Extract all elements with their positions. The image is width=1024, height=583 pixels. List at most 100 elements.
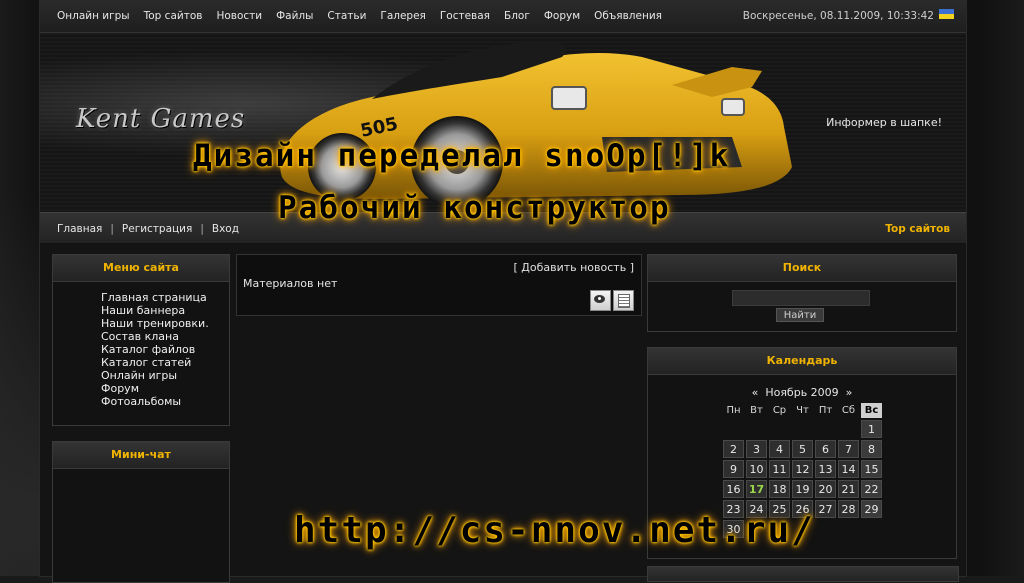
calendar-day[interactable]: 18 [769, 480, 790, 498]
calendar-prev-button[interactable]: « [752, 386, 759, 399]
top-nav-links: Онлайн игры Top сайтов Новости Файлы Ста… [57, 10, 662, 22]
calendar-day[interactable]: 1 [861, 420, 882, 438]
calendar-next-button[interactable]: » [846, 386, 853, 399]
calendar-day[interactable]: 27 [815, 500, 836, 518]
calendar-empty-cell [838, 520, 859, 538]
calendar-day[interactable]: 3 [746, 440, 767, 458]
menu-item-home[interactable]: Главная страница [101, 291, 207, 304]
ukraine-flag-icon [939, 9, 954, 19]
calendar-day[interactable]: 9 [723, 460, 744, 478]
menu-item-online-games[interactable]: Онлайн игры [101, 369, 177, 382]
calendar-day[interactable]: 20 [815, 480, 836, 498]
calendar-day[interactable]: 7 [838, 440, 859, 458]
next-block-header [647, 566, 959, 582]
top-nav-articles[interactable]: Статьи [327, 10, 366, 22]
top-sites-link[interactable]: Top сайтов [885, 223, 950, 235]
bracket: ] [629, 261, 634, 274]
calendar-day[interactable]: 19 [792, 480, 813, 498]
weekday-label: Чт [796, 405, 809, 416]
menu-item-articles[interactable]: Каталог статей [101, 356, 191, 369]
calendar-day[interactable]: 4 [769, 440, 790, 458]
search-input[interactable] [732, 290, 870, 306]
calendar-title: Календарь [648, 348, 956, 375]
nav-register[interactable]: Регистрация [122, 223, 192, 235]
calendar-weekday-row: Пн Вт Ср Чт Пт Сб Вс [723, 403, 882, 418]
top-nav-gallery[interactable]: Галерея [380, 10, 425, 22]
weekday-label: Сб [841, 405, 856, 416]
calendar-day[interactable]: 6 [815, 440, 836, 458]
content-area: [ Добавить новость ] Материалов нет [236, 254, 642, 316]
site-header: Kent Games 505 Информер в шапке! [40, 33, 966, 211]
car-banner-image: 505 [280, 41, 792, 207]
add-news-control: [ Добавить новость ] [513, 261, 634, 274]
calendar-day[interactable]: 2 [723, 440, 744, 458]
calendar-day[interactable]: 5 [792, 440, 813, 458]
eye-icon[interactable] [590, 290, 611, 311]
search-button[interactable]: Найти [776, 308, 824, 322]
calendar-empty-cell [769, 420, 790, 438]
menu-item-files[interactable]: Каталог файлов [101, 343, 195, 356]
secondary-nav-links: Главная | Регистрация | Вход [57, 223, 239, 235]
menu-item-photo-albums[interactable]: Фотоальбомы [101, 395, 181, 408]
calendar-day[interactable]: 21 [838, 480, 859, 498]
weekday-label: Пт [818, 405, 833, 416]
calendar-month[interactable]: Ноябрь 2009 [765, 386, 838, 399]
header-informer: Информер в шапке! [826, 116, 942, 129]
weekday-label: Ср [772, 405, 787, 416]
calendar-day[interactable]: 12 [792, 460, 813, 478]
menu-item-clan[interactable]: Состав клана [101, 330, 179, 343]
site-menu-title: Меню сайта [53, 255, 229, 282]
view-mode-icons [590, 290, 634, 311]
search-title: Поиск [648, 255, 956, 282]
current-datetime: Воскресенье, 08.11.2009, 10:33:42 [742, 10, 934, 22]
menu-item-forum[interactable]: Форум [101, 382, 139, 395]
mini-chat-title: Мини-чат [53, 442, 229, 469]
calendar-week-row: 2345678 [723, 440, 882, 458]
add-news-link[interactable]: Добавить новость [521, 261, 626, 274]
weekday-label: Пн [726, 405, 741, 416]
calendar-header: « Ноябрь 2009 » [648, 386, 956, 399]
top-nav-forum[interactable]: Форум [544, 10, 580, 22]
top-nav-online-games[interactable]: Онлайн игры [57, 10, 130, 22]
site-menu-block: Меню сайта Главная страница Наши баннера… [52, 254, 230, 426]
calendar-day[interactable]: 16 [723, 480, 744, 498]
calendar-day[interactable]: 13 [815, 460, 836, 478]
site-wrapper: Онлайн игры Top сайтов Новости Файлы Ста… [40, 0, 966, 583]
top-nav-top-sites[interactable]: Top сайтов [144, 10, 203, 22]
calendar-week-row: 1 [723, 420, 882, 438]
calendar-empty-cell [861, 520, 882, 538]
calendar-empty-cell [815, 420, 836, 438]
weekday-label: Вс [861, 403, 882, 418]
search-block: Поиск Найти [647, 254, 957, 332]
mini-chat-block: Мини-чат [52, 441, 230, 583]
site-menu-list: Главная страница Наши баннера Наши трени… [53, 282, 229, 408]
calendar-day[interactable]: 11 [769, 460, 790, 478]
top-nav-files[interactable]: Файлы [276, 10, 313, 22]
top-nav-guestbook[interactable]: Гостевая [440, 10, 490, 22]
top-nav-ads[interactable]: Объявления [594, 10, 662, 22]
calendar-empty-cell [815, 520, 836, 538]
calendar-day[interactable]: 29 [861, 500, 882, 518]
calendar-empty-cell [746, 420, 767, 438]
calendar-day[interactable]: 10 [746, 460, 767, 478]
top-nav-news[interactable]: Новости [216, 10, 262, 22]
menu-item-trainings[interactable]: Наши тренировки. [101, 317, 209, 330]
bracket: [ [513, 261, 518, 274]
calendar-day[interactable]: 8 [861, 440, 882, 458]
nav-home[interactable]: Главная [57, 223, 102, 235]
calendar-day[interactable]: 22 [861, 480, 882, 498]
site-logo[interactable]: Kent Games [76, 104, 245, 134]
nav-separator: | [200, 223, 204, 235]
nav-login[interactable]: Вход [212, 223, 239, 235]
overlay-subtitle: Рабочий конструктор [278, 190, 671, 226]
calendar-day[interactable]: 28 [838, 500, 859, 518]
overlay-design-credit: Дизайн переделал snoOp[!]k [193, 138, 731, 174]
overlay-url: http://cs-nnov.net.ru/ [294, 510, 815, 551]
calendar-day[interactable]: 14 [838, 460, 859, 478]
top-nav-blog[interactable]: Блог [504, 10, 530, 22]
calendar-empty-cell [838, 420, 859, 438]
document-icon[interactable] [613, 290, 634, 311]
calendar-day[interactable]: 17 [746, 480, 767, 498]
calendar-day[interactable]: 15 [861, 460, 882, 478]
menu-item-banners[interactable]: Наши баннера [101, 304, 185, 317]
